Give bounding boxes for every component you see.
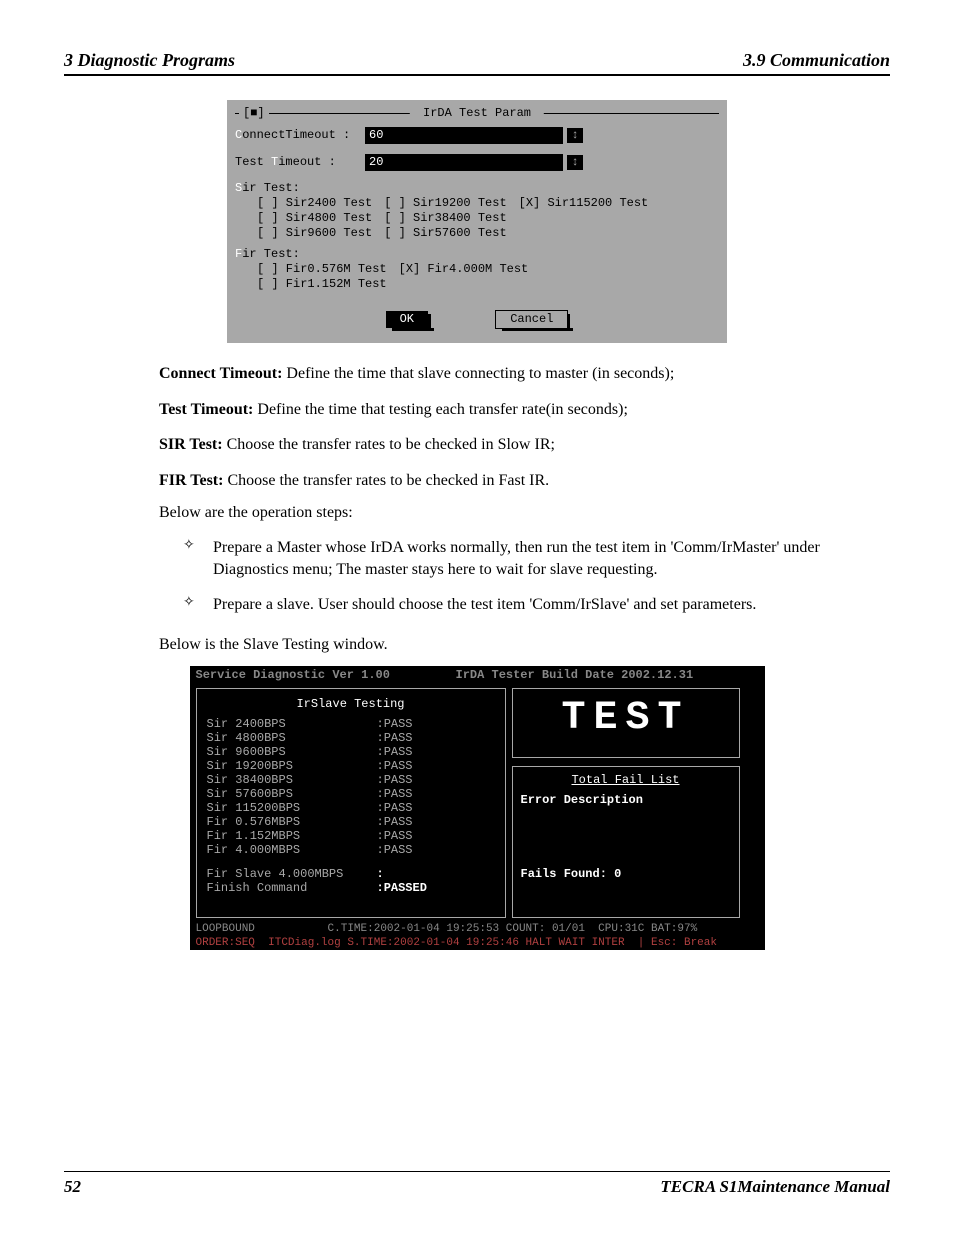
result-row: Sir 9600BPS:PASS	[207, 745, 495, 759]
slave-window-intro: Below is the Slave Testing window.	[159, 634, 890, 656]
result-row: Fir 0.576MBPS:PASS	[207, 815, 495, 829]
sir-19200-checkbox[interactable]: [ ] Sir19200 Test	[384, 196, 506, 211]
op-step-2: Prepare a slave. User should choose the …	[213, 594, 890, 616]
sir-57600-checkbox[interactable]: [ ] Sir57600 Test	[384, 226, 506, 241]
test-indicator-panel: TEST	[512, 688, 740, 758]
dialog-title: IrDA Test Param	[410, 106, 544, 121]
result-row: Sir 2400BPS:PASS	[207, 717, 495, 731]
sir-4800-checkbox[interactable]: [ ] Sir4800 Test	[257, 211, 372, 226]
result-row: Fir 1.152MBPS:PASS	[207, 829, 495, 843]
result-label: Fir 1.152MBPS	[207, 829, 377, 843]
header-right: 3.9 Communication	[743, 48, 890, 72]
result-row: Sir 19200BPS:PASS	[207, 759, 495, 773]
result-label: Finish Command	[207, 881, 377, 895]
fir-4000m-checkbox[interactable]: [X] Fir4.000M Test	[399, 262, 529, 277]
operation-steps-intro: Below are the operation steps:	[159, 502, 890, 524]
result-row: Sir 115200BPS:PASS	[207, 801, 495, 815]
connect-timeout-spinner[interactable]: ↕	[567, 128, 583, 143]
test-indicator: TEST	[521, 695, 731, 743]
status-bar-1: LOOPBOUND C.TIME:2002-01-04 19:25:53 COU…	[190, 922, 765, 936]
results-panel-title: IrSlave Testing	[207, 697, 495, 711]
diamond-bullet-icon: ✧	[183, 537, 213, 580]
param-descriptions: Connect Timeout: Define the time that sl…	[64, 363, 890, 491]
list-item: ✧ Prepare a Master whose IrDA works norm…	[159, 537, 890, 580]
operation-steps-list: ✧ Prepare a Master whose IrDA works norm…	[159, 537, 890, 616]
irslave-testing-window: Service Diagnostic Ver 1.00 IrDA Tester …	[190, 666, 765, 950]
fir-test-desc: FIR Test: Choose the transfer rates to b…	[159, 470, 890, 492]
test-timeout-input[interactable]: 20	[365, 154, 563, 171]
fir-0576m-checkbox[interactable]: [ ] Fir0.576M Test	[257, 262, 387, 277]
fir-checkbox-area: [ ] Fir0.576M Test [X] Fir4.000M Test [ …	[235, 262, 719, 292]
irda-param-dialog: [■] IrDA Test Param ConnectTimeout : 60 …	[227, 100, 727, 343]
fail-list-header: Error Description	[521, 793, 731, 807]
result-value: :PASS	[377, 759, 413, 773]
fail-list-panel: Total Fail List Error Description Fails …	[512, 766, 740, 918]
result-label: Sir 9600BPS	[207, 745, 377, 759]
sir-115200-checkbox[interactable]: [X] Sir115200 Test	[519, 196, 649, 211]
sir-checkbox-area: [ ] Sir2400 Test [ ] Sir19200 Test [X] S…	[235, 196, 719, 241]
fails-found-count: Fails Found: 0	[521, 867, 731, 881]
page-number: 52	[64, 1176, 81, 1199]
dialog-close-glyph[interactable]: [■]	[239, 106, 269, 121]
result-row: Fir Slave 4.000MBPS:	[207, 867, 495, 881]
fail-list-title: Total Fail List	[521, 773, 731, 787]
result-value: :PASS	[377, 731, 413, 745]
sir-2400-checkbox[interactable]: [ ] Sir2400 Test	[257, 196, 372, 211]
result-label: Sir 38400BPS	[207, 773, 377, 787]
result-value: :PASS	[377, 773, 413, 787]
window-title-left: Service Diagnostic Ver 1.00	[196, 668, 456, 682]
sir-38400-checkbox[interactable]: [ ] Sir38400 Test	[384, 211, 506, 226]
status-bar-2: ORDER:SEQ ITCDiag.log S.TIME:2002-01-04 …	[190, 936, 765, 950]
connect-timeout-label: ConnectTimeout :	[235, 128, 365, 143]
diamond-bullet-icon: ✧	[183, 594, 213, 616]
op-step-1: Prepare a Master whose IrDA works normal…	[213, 537, 890, 580]
result-label: Sir 19200BPS	[207, 759, 377, 773]
page-footer: 52 TECRA S1Maintenance Manual	[64, 1171, 890, 1199]
result-value: :PASS	[377, 745, 413, 759]
header-left: 3 Diagnostic Programs	[64, 48, 235, 72]
cancel-button[interactable]: Cancel	[495, 310, 568, 329]
list-item: ✧ Prepare a slave. User should choose th…	[159, 594, 890, 616]
test-timeout-row: Test Timeout : 20 ↕	[235, 154, 719, 171]
result-value: :PASS	[377, 801, 413, 815]
result-value: :PASS	[377, 815, 413, 829]
sir-9600-checkbox[interactable]: [ ] Sir9600 Test	[257, 226, 372, 241]
test-timeout-spinner[interactable]: ↕	[567, 155, 583, 170]
result-value: :PASS	[377, 717, 413, 731]
result-label: Fir 0.576MBPS	[207, 815, 377, 829]
result-row: Sir 57600BPS:PASS	[207, 787, 495, 801]
page-header: 3 Diagnostic Programs 3.9 Communication	[64, 48, 890, 76]
result-value: :PASSED	[377, 881, 427, 895]
result-label: Sir 2400BPS	[207, 717, 377, 731]
connect-timeout-input[interactable]: 60	[365, 127, 563, 144]
sir-test-title: Sir Test:	[235, 181, 719, 196]
result-label: Sir 57600BPS	[207, 787, 377, 801]
result-value: :PASS	[377, 829, 413, 843]
window-title-right: IrDA Tester Build Date 2002.12.31	[456, 668, 694, 682]
result-row: Finish Command:PASSED	[207, 881, 495, 895]
connect-timeout-desc: Connect Timeout: Define the time that sl…	[159, 363, 890, 385]
result-row: Sir 38400BPS:PASS	[207, 773, 495, 787]
result-value: :	[377, 867, 384, 881]
result-label: Sir 4800BPS	[207, 731, 377, 745]
result-label: Sir 115200BPS	[207, 801, 377, 815]
result-row: Fir 4.000MBPS:PASS	[207, 843, 495, 857]
result-label: Fir 4.000MBPS	[207, 843, 377, 857]
fir-test-title: Fir Test:	[235, 247, 719, 262]
test-timeout-label: Test Timeout :	[235, 155, 365, 170]
ok-button[interactable]: OK	[386, 311, 428, 328]
test-timeout-desc: Test Timeout: Define the time that testi…	[159, 399, 890, 421]
results-panel: IrSlave Testing Sir 2400BPS:PASSSir 4800…	[196, 688, 506, 918]
result-label: Fir Slave 4.000MBPS	[207, 867, 377, 881]
connect-timeout-row: ConnectTimeout : 60 ↕	[235, 127, 719, 144]
result-row: Sir 4800BPS:PASS	[207, 731, 495, 745]
manual-title: TECRA S1Maintenance Manual	[660, 1176, 890, 1199]
result-value: :PASS	[377, 843, 413, 857]
result-value: :PASS	[377, 787, 413, 801]
sir-test-desc: SIR Test: Choose the transfer rates to b…	[159, 434, 890, 456]
fir-1152m-checkbox[interactable]: [ ] Fir1.152M Test	[257, 277, 387, 292]
right-panels: TEST Total Fail List Error Description F…	[512, 688, 740, 918]
